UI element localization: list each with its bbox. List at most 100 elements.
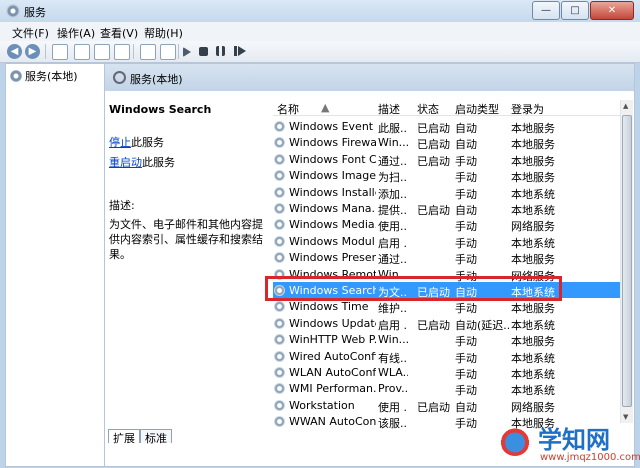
services-app-icon — [6, 4, 20, 18]
service-name: Windows Font C... — [289, 152, 376, 166]
table-row[interactable]: WinHTTP Web P... Win... 手动 本地服务 — [273, 331, 620, 348]
service-name: Windows Time — [289, 300, 369, 314]
panel-header: 服务(本地) — [105, 64, 634, 91]
help-icon[interactable] — [140, 44, 156, 60]
view-tabs: 扩展 标准 — [108, 429, 172, 445]
service-gear-icon — [274, 137, 285, 149]
service-gear-icon — [274, 153, 285, 165]
scroll-up-icon[interactable]: ▲ — [623, 102, 631, 110]
service-name: Workstation — [289, 398, 355, 412]
minimize-button[interactable]: — — [532, 1, 560, 20]
service-description: WLA... — [378, 366, 408, 379]
tree-item-services-local[interactable]: 服务(本地) — [10, 68, 78, 84]
service-description: Win... — [378, 136, 408, 150]
table-row[interactable]: WMI Performan...Prov...手动本地系统 — [273, 380, 620, 397]
menu-bar: 文件(F) 操作(A) 查看(V) 帮助(H) — [0, 22, 640, 42]
column-header-startup-type[interactable]: 启动类型 — [455, 101, 499, 117]
table-row[interactable]: Windows Update启用 ...已启动自动(延迟...本地系统 — [273, 315, 620, 332]
table-row[interactable]: WLAN AutoConfigWLA...手动本地系统 — [273, 364, 620, 381]
toolbar-separator — [178, 44, 179, 59]
service-gear-icon — [274, 219, 285, 231]
action-pane-icon[interactable] — [160, 44, 176, 60]
service-name: WWAN AutoCon... — [289, 415, 376, 429]
service-gear-icon — [274, 121, 285, 132]
services-icon — [10, 70, 22, 82]
column-header-description[interactable]: 描述 — [378, 101, 400, 117]
refresh-icon[interactable] — [94, 44, 110, 60]
service-name: WMI Performan... — [289, 382, 376, 396]
search-icon — [113, 71, 126, 84]
export-list-icon[interactable] — [114, 44, 130, 60]
service-name: Windows Update — [289, 316, 376, 330]
watermark-logo-icon — [500, 426, 530, 456]
properties-icon[interactable] — [74, 44, 90, 60]
service-gear-icon — [274, 383, 285, 395]
service-gear-icon — [274, 252, 285, 264]
tree-item-label: 服务(本地) — [25, 70, 78, 83]
table-row[interactable]: Workstation使用 ...已启动自动网络服务 — [273, 397, 620, 414]
title-bar: 服务 — □ ✕ — [0, 0, 640, 22]
service-name: Windows Presen... — [289, 251, 376, 265]
close-button[interactable]: ✕ — [590, 1, 634, 20]
services-list: ▲ 名称 描述 状态 启动类型 登录为 Windows Event ...此服.… — [273, 100, 632, 434]
pause-service-icon[interactable] — [216, 46, 225, 56]
table-row[interactable]: Windows Event ...此服...已启动自动本地服务 — [273, 118, 620, 135]
window-title: 服务 — [24, 6, 46, 19]
menu-file[interactable]: 文件(F) — [12, 25, 49, 41]
service-gear-icon — [274, 416, 285, 428]
menu-help[interactable]: 帮助(H) — [144, 25, 183, 41]
window-controls: — □ ✕ — [531, 1, 634, 20]
watermark: 学知网 www.jmqz1000.com — [500, 420, 640, 464]
table-row[interactable]: Windows Media... 使用... 手动 网络服务 — [273, 216, 620, 233]
toolbar-separator — [133, 44, 134, 59]
service-gear-icon — [274, 170, 285, 182]
column-header-logon-as[interactable]: 登录为 — [511, 101, 544, 117]
service-detail: Windows Search 停止此服务 重启动此服务 描述: 为文件、电子邮件… — [109, 103, 267, 262]
service-name: Wired AutoConfig — [289, 349, 376, 363]
stop-service-link[interactable]: 停止 — [109, 136, 131, 149]
description-label: 描述: — [109, 199, 135, 212]
list-header: ▲ 名称 描述 状态 启动类型 登录为 — [273, 100, 632, 116]
service-name: Windows Installer — [289, 185, 376, 199]
forward-arrow-icon[interactable]: ▶ — [25, 44, 40, 59]
service-name: Windows Firewall — [289, 136, 376, 150]
scrollbar-thumb[interactable] — [622, 115, 632, 407]
watermark-title: 学知网 — [538, 426, 610, 454]
vertical-scrollbar[interactable]: ▲ ▼ — [620, 100, 633, 423]
table-row[interactable]: Windows Modul...启用 ...手动本地系统 — [273, 233, 620, 250]
service-gear-icon — [274, 186, 285, 198]
menu-view[interactable]: 查看(V) — [100, 25, 138, 41]
menu-action[interactable]: 操作(A) — [57, 25, 95, 41]
stop-service-icon[interactable] — [199, 47, 208, 56]
table-row[interactable]: Windows Image...为扫...手动本地服务 — [273, 167, 620, 184]
description-text: 为文件、电子邮件和其他内容提供内容索引、属性缓存和搜索结果。 — [109, 218, 263, 261]
tab-standard[interactable]: 标准 — [140, 429, 172, 445]
services-panel: 服务(本地) Windows Search 停止此服务 重启动此服务 描述: 为… — [104, 63, 635, 467]
table-row[interactable]: Windows Mana... 提供... 已启动 自动 本地系统 — [273, 200, 620, 217]
restart-service-link[interactable]: 重启动 — [109, 156, 142, 169]
service-name: Windows Mana... — [289, 202, 376, 215]
column-header-name[interactable]: 名称 — [277, 101, 299, 117]
table-row[interactable]: Windows Firewall Win... 已启动 自动 本地服务 — [273, 134, 620, 151]
back-arrow-icon[interactable]: ◀ — [7, 44, 22, 59]
restart-suffix: 此服务 — [142, 156, 175, 169]
service-name: WinHTTP Web P... — [289, 333, 376, 347]
console-tree-icon[interactable] — [52, 44, 68, 60]
column-header-status[interactable]: 状态 — [417, 101, 439, 117]
maximize-button[interactable]: □ — [561, 1, 589, 20]
tab-extended[interactable]: 扩展 — [108, 429, 140, 445]
service-name: WLAN AutoConfig — [289, 366, 376, 379]
service-gear-icon — [274, 350, 285, 362]
console-tree: 服务(本地) — [5, 63, 105, 467]
table-row[interactable]: Windows Font C...通过...已启动手动本地服务 — [273, 151, 620, 168]
service-gear-icon — [274, 301, 285, 313]
service-name: Windows Media... — [289, 218, 376, 232]
table-row[interactable]: Windows Installer添加...手动本地系统 — [273, 184, 620, 201]
service-name: Windows Image... — [289, 169, 376, 183]
table-row[interactable]: Wired AutoConfig 有线... 手动 本地系统 — [273, 348, 620, 365]
restart-service-icon[interactable] — [234, 46, 246, 56]
start-service-icon[interactable] — [183, 47, 191, 57]
service-name: Windows Event ... — [289, 120, 376, 133]
table-row[interactable]: Windows Presen...通过...手动本地服务 — [273, 249, 620, 266]
toolbar: ◀ ▶ — [0, 41, 640, 63]
